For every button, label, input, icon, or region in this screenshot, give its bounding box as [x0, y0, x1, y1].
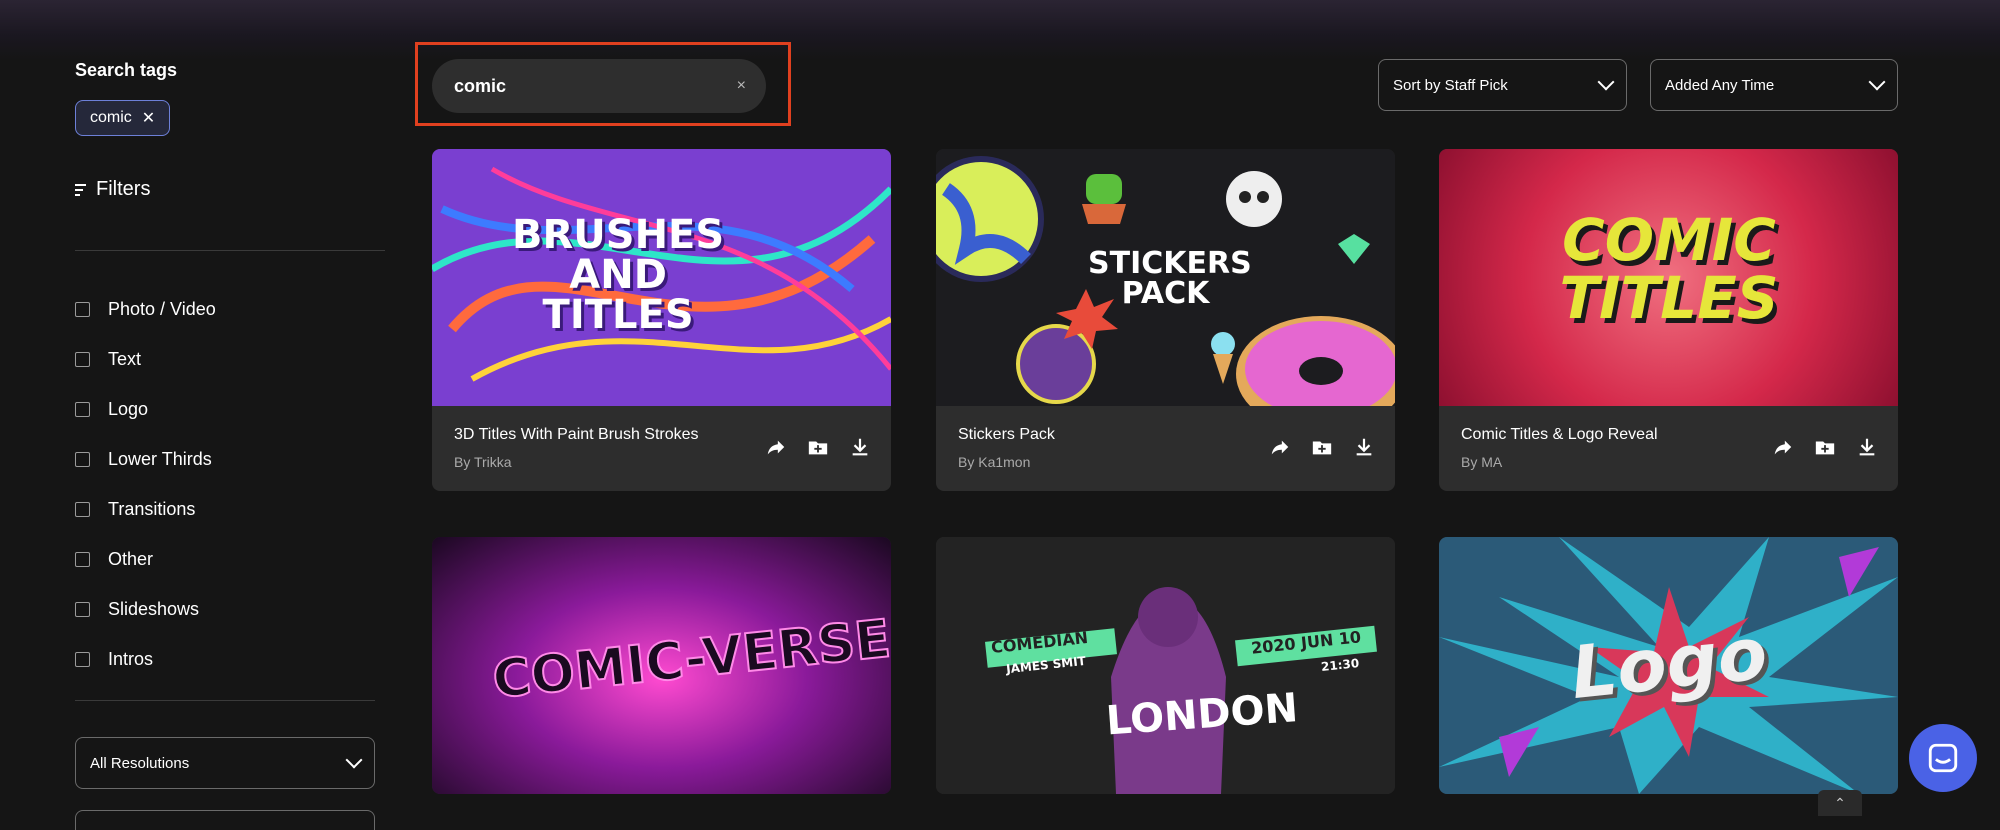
template-card[interactable]: BRUSHES AND TITLES 3D Titles With Paint … [432, 149, 891, 491]
share-icon[interactable] [765, 436, 787, 458]
filter-label: Slideshows [108, 598, 200, 619]
checkbox[interactable] [75, 501, 90, 517]
scroll-to-top-button[interactable]: ⌃ [1818, 790, 1862, 816]
chevron-down-icon [1597, 73, 1615, 91]
checkbox[interactable] [75, 651, 90, 667]
sort-select-value: Sort by Staff Pick [1393, 76, 1508, 94]
thumb-text-line: BRUSHES [512, 212, 725, 258]
checkbox[interactable] [75, 451, 90, 467]
thumb-text-line: COMIC [1562, 206, 1776, 274]
category-filter-list: Photo / Video Text Logo Lower Thirds Tra… [75, 284, 216, 684]
checkbox[interactable] [75, 401, 90, 417]
checkbox[interactable] [75, 301, 90, 317]
resolution-select[interactable]: All Resolutions [75, 737, 375, 789]
card-title[interactable]: Stickers Pack [958, 426, 1055, 444]
template-card[interactable]: STICKERS PACK Stickers Pack By Ka1mon [936, 149, 1395, 491]
card-author[interactable]: By Trikka [454, 454, 512, 470]
search-bar[interactable]: × [432, 59, 766, 113]
tag-chip-label: comic [90, 109, 132, 126]
tag-chip-comic[interactable]: comic ✕ [75, 100, 171, 136]
thumb-text-line: 21:30 [1320, 656, 1360, 674]
checkbox[interactable] [75, 351, 90, 367]
top-gradient [0, 0, 2000, 60]
filter-lower-thirds[interactable]: Lower Thirds [75, 434, 216, 484]
filter-label: Other [108, 548, 154, 569]
filter-photo-video[interactable]: Photo / Video [75, 284, 216, 334]
thumb-text-line: TITLES [1559, 264, 1779, 332]
card-thumbnail[interactable]: BRUSHES AND TITLES [432, 149, 891, 406]
card-author[interactable]: By MA [1461, 454, 1502, 470]
share-icon[interactable] [1269, 436, 1291, 458]
divider [75, 250, 385, 251]
template-card[interactable]: Logo [1439, 537, 1898, 794]
add-to-folder-icon[interactable] [1311, 436, 1333, 458]
card-title[interactable]: 3D Titles With Paint Brush Strokes [454, 426, 699, 444]
template-card[interactable]: COMEDIAN JAMES SMIT 2020 JUN 10 21:30 LO… [936, 537, 1395, 794]
filter-text[interactable]: Text [75, 334, 216, 384]
filter-label: Photo / Video [108, 298, 216, 319]
card-thumbnail[interactable]: COMEDIAN JAMES SMIT 2020 JUN 10 21:30 LO… [936, 537, 1395, 794]
card-title[interactable]: Comic Titles & Logo Reveal [1461, 426, 1658, 444]
card-thumbnail[interactable]: Logo [1439, 537, 1898, 794]
filter-label: Logo [108, 398, 149, 419]
filter-slideshows[interactable]: Slideshows [75, 584, 216, 634]
chevron-up-icon: ⌃ [1834, 794, 1846, 811]
checkbox[interactable] [75, 551, 90, 567]
thumb-text-line: COMIC-VERSE [489, 608, 891, 711]
thumb-text-line: PACK [1121, 276, 1210, 311]
search-tags-heading: Search tags [75, 60, 178, 80]
clear-search-icon[interactable]: × [737, 77, 746, 95]
download-icon[interactable] [849, 436, 871, 458]
template-card[interactable]: COMIC TITLES Comic Titles & Logo Reveal … [1439, 149, 1898, 491]
resolution-select-value: All Resolutions [90, 754, 190, 772]
filters-icon [75, 183, 86, 196]
card-thumbnail[interactable]: COMIC-VERSE [432, 537, 891, 794]
filter-label: Text [108, 348, 142, 369]
filter-label: Lower Thirds [108, 448, 212, 469]
card-thumbnail[interactable]: COMIC TITLES [1439, 149, 1898, 406]
sort-select[interactable]: Sort by Staff Pick [1378, 59, 1627, 111]
filter-other[interactable]: Other [75, 534, 216, 584]
thumb-text-line: TITLES [542, 292, 694, 338]
filter-label: Transitions [108, 498, 196, 519]
chat-icon [1928, 743, 1958, 773]
second-select[interactable] [75, 810, 375, 830]
chat-launcher[interactable] [1909, 724, 1977, 792]
search-input[interactable] [452, 74, 737, 98]
card-thumbnail[interactable]: STICKERS PACK [936, 149, 1395, 406]
filter-logo[interactable]: Logo [75, 384, 216, 434]
template-card[interactable]: COMIC-VERSE [432, 537, 891, 794]
share-icon[interactable] [1772, 436, 1794, 458]
date-added-select[interactable]: Added Any Time [1650, 59, 1898, 111]
thumb-text-line: AND [569, 252, 667, 298]
add-to-folder-icon[interactable] [807, 436, 829, 458]
add-to-folder-icon[interactable] [1814, 436, 1836, 458]
download-icon[interactable] [1856, 436, 1878, 458]
date-select-value: Added Any Time [1665, 76, 1775, 94]
chevron-down-icon [345, 751, 363, 769]
checkbox[interactable] [75, 601, 90, 617]
chevron-down-icon [1868, 73, 1886, 91]
close-icon[interactable]: ✕ [142, 108, 155, 128]
filters-label: Filters [96, 178, 151, 200]
thumb-text-line: STICKERS [1088, 246, 1252, 281]
filter-label: Intros [108, 648, 154, 669]
thumb-text-line: LONDON [1104, 685, 1300, 745]
download-icon[interactable] [1353, 436, 1375, 458]
filters-toggle[interactable]: Filters [75, 178, 150, 201]
divider [75, 700, 375, 701]
card-author[interactable]: By Ka1mon [958, 454, 1030, 470]
filter-transitions[interactable]: Transitions [75, 484, 216, 534]
filter-intros[interactable]: Intros [75, 634, 216, 684]
